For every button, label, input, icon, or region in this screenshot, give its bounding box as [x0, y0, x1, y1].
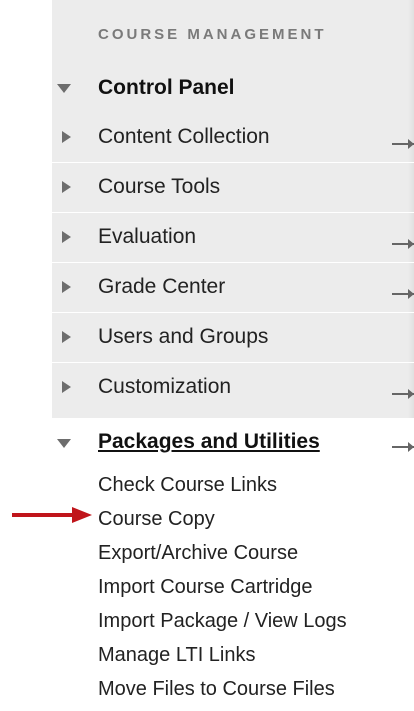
caret-right-icon[interactable] — [62, 181, 71, 193]
menu-item-content-collection[interactable]: Content Collection — [52, 113, 414, 163]
menu-item-label: Course Tools — [98, 175, 221, 198]
caret-right-icon[interactable] — [62, 131, 71, 143]
caret-right-icon[interactable] — [62, 331, 71, 343]
arrow-right-icon[interactable] — [392, 442, 414, 452]
menu-item-label: Evaluation — [98, 225, 197, 248]
menu-item-label: Users and Groups — [98, 325, 269, 348]
submenu-item-import-package-view-logs[interactable]: Import Package / View Logs — [98, 604, 347, 638]
arrow-right-icon[interactable] — [392, 389, 414, 399]
section-header-course-management: COURSE MANAGEMENT — [98, 26, 327, 43]
submenu-item-import-course-cartridge[interactable]: Import Course Cartridge — [98, 570, 347, 604]
menu-item-label: Grade Center — [98, 275, 226, 298]
control-panel-label: Control Panel — [98, 76, 235, 99]
caret-right-icon[interactable] — [62, 281, 71, 293]
caret-down-icon[interactable] — [57, 439, 71, 448]
submenu-item-move-files-to-course-files[interactable]: Move Files to Course Files — [98, 672, 347, 706]
course-management-panel: COURSE MANAGEMENT Control Panel Content … — [52, 0, 414, 711]
packages-and-utilities-link[interactable]: Packages and Utilities — [98, 430, 320, 454]
menu-item-label: Customization — [98, 375, 232, 398]
menu-item-course-tools[interactable]: Course Tools — [52, 163, 414, 213]
annotation-arrow-icon — [12, 507, 92, 523]
submenu-item-export-archive-course[interactable]: Export/Archive Course — [98, 536, 347, 570]
submenu-item-manage-lti-links[interactable]: Manage LTI Links — [98, 638, 347, 672]
packages-submenu: Check Course Links Course Copy Export/Ar… — [98, 468, 347, 706]
menu-item-customization[interactable]: Customization — [52, 363, 414, 413]
menu-item-label: Content Collection — [98, 125, 270, 148]
submenu-item-course-copy[interactable]: Course Copy — [98, 502, 347, 536]
caret-right-icon[interactable] — [62, 381, 71, 393]
submenu-item-check-course-links[interactable]: Check Course Links — [98, 468, 347, 502]
arrow-right-icon[interactable] — [392, 139, 414, 149]
caret-down-icon[interactable] — [57, 84, 71, 93]
menu-item-users-and-groups[interactable]: Users and Groups — [52, 313, 414, 363]
control-panel-header[interactable]: Control Panel — [52, 63, 414, 113]
menu-item-packages-and-utilities[interactable]: Packages and Utilities — [52, 418, 414, 468]
arrow-right-icon[interactable] — [392, 239, 414, 249]
caret-right-icon[interactable] — [62, 231, 71, 243]
arrow-right-icon[interactable] — [392, 289, 414, 299]
menu-item-grade-center[interactable]: Grade Center — [52, 263, 414, 313]
menu-item-evaluation[interactable]: Evaluation — [52, 213, 414, 263]
